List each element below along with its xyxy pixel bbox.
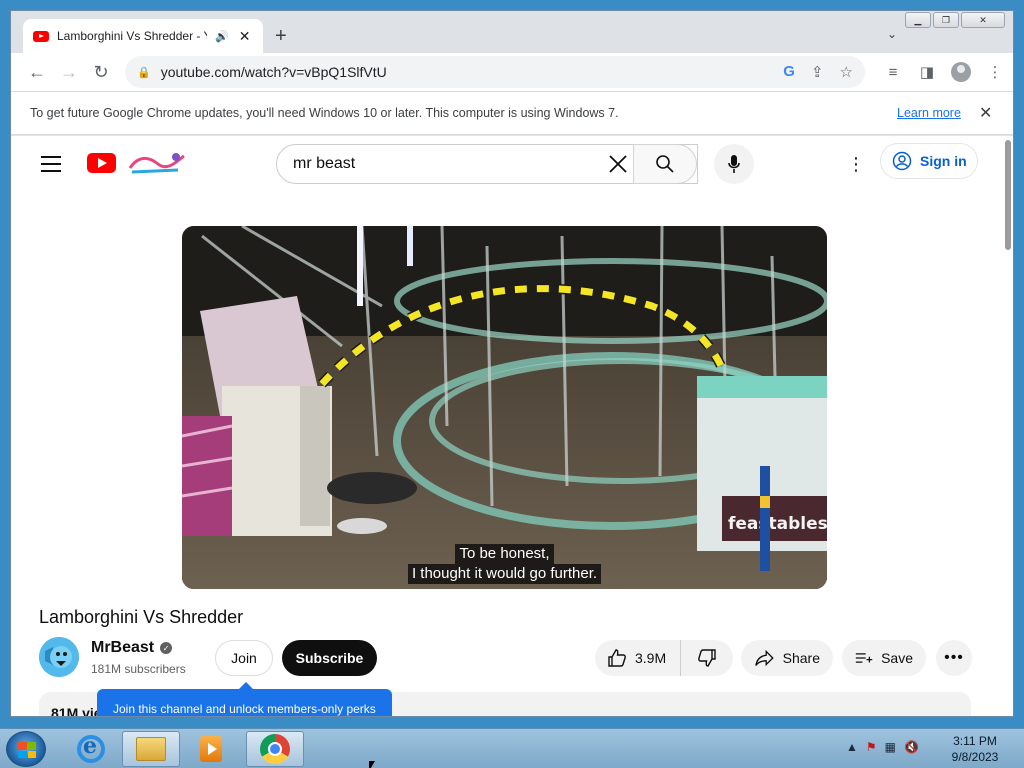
tab-title: Lamborghini Vs Shredder - Y [57,29,207,43]
join-tooltip[interactable]: Join this channel and unlock members-onl… [97,682,392,716]
youtube-doodle-icon[interactable] [128,150,186,176]
caption-line-1: To be honest, [455,544,554,564]
channel-name-row[interactable]: MrBeast ✓ [91,639,173,657]
chrome-window: Lamborghini Vs Shredder - Y 🔊 ✕ + ⌄ ▁ ❐ … [10,10,1014,717]
view-count: 81M vie [51,705,102,717]
internet-explorer-icon [77,733,105,763]
join-button[interactable]: Join [215,640,273,676]
taskbar-file-explorer[interactable] [122,731,180,767]
tab-search-chevron-icon[interactable]: ⌄ [887,27,897,41]
tab-strip: Lamborghini Vs Shredder - Y 🔊 ✕ + ⌄ ▁ ❐ … [11,11,1013,53]
action-center-warning-icon[interactable]: ⚑ [866,740,877,754]
address-bar[interactable]: 🔒 youtube.com/watch?v=vBpQ1SlfVtU G ⇪ ☆ [125,56,865,88]
folder-icon [136,737,166,761]
share-page-icon[interactable]: ⇪ [811,63,824,81]
clear-search-icon[interactable] [604,150,632,178]
youtube-logo[interactable] [87,153,116,173]
caption-line-2: I thought it would go further. [407,564,602,584]
network-icon[interactable]: ▦ [885,740,896,754]
infobar-message: To get future Google Chrome updates, you… [30,106,619,120]
like-dislike-group: 3.9M [595,640,733,676]
google-lens-icon[interactable]: G [783,63,795,81]
lock-icon[interactable]: 🔒 [137,66,151,79]
taskbar-chrome[interactable] [246,731,304,767]
thumbs-down-icon [698,649,716,667]
clock-time: 3:11 PM [953,734,997,748]
bookmark-star-icon[interactable]: ☆ [840,63,853,81]
thumbs-up-icon [608,649,626,667]
minimize-button[interactable]: ▁ [905,12,931,28]
account-circle-icon [892,151,912,171]
tab-close-icon[interactable]: ✕ [239,28,251,45]
channel-avatar[interactable] [39,637,79,677]
start-button[interactable] [6,731,46,767]
voice-search-button[interactable] [714,144,754,184]
taskbar-internet-explorer[interactable] [62,731,120,767]
playlist-add-icon [855,653,873,663]
clock-date: 9/8/2023 [951,750,999,764]
search-button[interactable] [633,144,697,184]
toolbar-right: ≡ ◨ ⋮ [881,57,1007,87]
youtube-header: mr beast ⋮ Sign in [11,136,1001,192]
subscribe-button[interactable]: Subscribe [282,640,377,676]
sign-in-button[interactable]: Sign in [880,143,978,179]
dislike-button[interactable] [681,648,733,668]
page-scrollbar[interactable] [1005,140,1011,250]
media-player-icon [200,736,222,762]
youtube-page: mr beast ⋮ Sign in feastables. To be hon… [11,136,1013,717]
forward-arrow-icon[interactable]: → [53,56,85,88]
share-label: Share [782,650,820,666]
sign-in-label: Sign in [920,153,967,169]
omnibox-icons: G ⇪ ☆ [783,63,853,81]
feastables-sign: feastables. [728,514,827,534]
chrome-menu-icon[interactable]: ⋮ [983,57,1007,87]
save-button[interactable]: Save [842,640,926,676]
like-count: 3.9M [635,650,667,666]
windows-taskbar: ▲ ⚑ ▦ 🔇 3:11 PM 9/8/2023 [0,728,1024,768]
windows-logo-icon [18,742,36,758]
youtube-favicon-icon [33,30,49,42]
browser-toolbar: ← → ↻ 🔒 youtube.com/watch?v=vBpQ1SlfVtU … [11,53,1013,91]
settings-kebab-icon[interactable]: ⋮ [847,154,865,175]
search-query: mr beast [293,155,356,172]
caption-block: To be honest, I thought it would go furt… [182,544,827,584]
like-button[interactable]: 3.9M [595,640,681,676]
restore-button[interactable]: ❐ [933,12,959,28]
video-title: Lamborghini Vs Shredder [39,607,244,627]
search-icon [656,155,674,173]
learn-more-link[interactable]: Learn more [897,106,961,120]
address-text: youtube.com/watch?v=vBpQ1SlfVtU [160,64,387,80]
share-arrow-icon [755,649,774,667]
media-queue-icon[interactable]: ≡ [881,57,905,87]
speaker-icon[interactable]: 🔊 [215,30,229,43]
share-button[interactable]: Share [741,640,833,676]
new-tab-button[interactable]: + [275,25,287,48]
profile-avatar[interactable] [949,57,973,87]
window-close-button[interactable]: ✕ [961,12,1005,28]
back-arrow-icon[interactable]: ← [21,56,53,88]
menu-icon[interactable] [41,156,61,172]
update-infobar: To get future Google Chrome updates, you… [11,91,1013,135]
reload-icon[interactable]: ↻ [85,56,117,88]
system-tray: ▲ ⚑ ▦ 🔇 [846,740,919,754]
taskbar-media-player[interactable] [182,731,240,767]
verified-check-icon: ✓ [160,642,173,654]
subscriber-count: 181M subscribers [91,662,186,676]
save-label: Save [881,650,913,666]
side-panel-icon[interactable]: ◨ [915,57,939,87]
volume-muted-icon[interactable]: 🔇 [904,740,919,754]
mrbeast-logo-icon [39,637,79,677]
chrome-icon [260,734,290,764]
window-controls: ▁ ❐ ✕ [905,12,1005,28]
microphone-icon [728,155,740,173]
show-hidden-icons-icon[interactable]: ▲ [846,740,858,754]
more-actions-icon[interactable]: ••• [936,640,972,676]
mouse-cursor-icon [369,761,381,768]
video-player[interactable]: feastables. To be honest, I thought it w… [182,226,827,589]
channel-name[interactable]: MrBeast [91,639,154,657]
tab-youtube[interactable]: Lamborghini Vs Shredder - Y 🔊 ✕ [23,19,263,53]
infobar-close-icon[interactable]: ✕ [979,103,992,123]
video-frame: feastables. [182,226,827,589]
clock[interactable]: 3:11 PM 9/8/2023 [940,733,1010,765]
